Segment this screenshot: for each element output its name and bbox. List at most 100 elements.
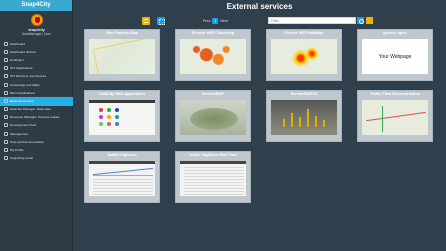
sidebar-item-my-profile[interactable]: My Profile	[0, 146, 73, 154]
sidebar-menu: Dashboard Dashboard Wizard Notificator I…	[0, 40, 73, 163]
card-title: ServiceMAP3D	[290, 92, 318, 96]
thumbnail-dot	[107, 122, 111, 126]
thumbnail-building	[323, 120, 325, 127]
database-icon	[4, 107, 8, 112]
sidebar-item-label: IOT Applications	[10, 66, 33, 71]
card-title: Firenze WiFi HeatMap	[284, 31, 324, 35]
sidebar-item-dashboard-wizard[interactable]: Dashboard Wizard	[0, 48, 73, 56]
sidebar-item-data-set-manager[interactable]: Data Set Manager: Data Gate	[0, 106, 73, 114]
iot-icon	[4, 66, 8, 71]
pager-prev[interactable]: Prev	[203, 19, 210, 23]
thumbnail-chart	[93, 168, 153, 176]
brand-logo[interactable]: Snap4City	[0, 0, 72, 11]
wizard-icon	[4, 49, 8, 54]
device-icon	[4, 74, 8, 79]
card-title: Traffic Flow Reconstruction	[370, 92, 420, 96]
app-root: Snap4City snap4city AreaManager | User D…	[0, 0, 446, 251]
user-role: AreaManager | User	[22, 32, 51, 36]
sidebar-item-external-services[interactable]: External services	[0, 97, 73, 106]
sidebar-item-development-tools[interactable]: Development Tools	[0, 122, 73, 130]
pager-next[interactable]: Next	[220, 19, 227, 23]
card-thumbnail	[179, 99, 247, 136]
service-card-servicemap3d[interactable]: ServiceMAP3D	[266, 90, 342, 142]
card-title: KM4City Web Application	[99, 92, 145, 96]
card-title: ServiceMAP	[202, 92, 224, 96]
sidebar-item-label: Help and Documentation	[10, 139, 45, 144]
sidebar-item-management[interactable]: Management	[0, 130, 73, 138]
thumbnail-bar	[89, 161, 155, 164]
thumbnail-building	[283, 119, 285, 127]
external-icon	[4, 98, 8, 103]
thumbnail-bar	[180, 161, 246, 164]
sidebar-item-label: My Profile	[10, 148, 24, 153]
map-icon	[4, 82, 8, 87]
sidebar-item-label: Management	[10, 131, 29, 136]
card-thumbnail	[88, 160, 156, 197]
sidebar-item-knowledge-maps[interactable]: Knowledge and Maps	[0, 81, 73, 89]
thumbnail-building	[315, 116, 317, 127]
sidebar-item-label: Development Tools	[10, 123, 37, 128]
sidebar-item-label: Data Set Manager: Data Gate	[10, 107, 51, 112]
thumbnail-dot	[99, 122, 103, 126]
user-icon	[4, 148, 8, 153]
search-icon[interactable]	[357, 17, 364, 24]
service-card-twitter-vigilance-rt[interactable]: Twitter Vigilance Real Time	[175, 151, 251, 203]
thumbnail-building	[307, 109, 309, 127]
sidebar-item-label: Micro Applications	[10, 90, 35, 95]
sidebar-item-portal[interactable]: Snap4City portal	[0, 155, 73, 163]
card-title: Firenze WiFi Clustering	[191, 31, 235, 35]
thumbnail-rows	[184, 167, 244, 195]
sidebar-item-label: Dashboard	[10, 41, 26, 46]
link-icon	[4, 156, 8, 161]
thumbnail-dot	[99, 115, 103, 119]
sidebar-item-micro-applications[interactable]: Micro Applications	[0, 89, 73, 97]
service-card-servicemap[interactable]: ServiceMAP	[175, 90, 251, 142]
apps-icon	[4, 90, 8, 95]
thumbnail-dot	[115, 115, 119, 119]
card-title: Twitter Vigilance	[107, 153, 137, 157]
service-card-km4city[interactable]: KM4City Web Application	[84, 90, 160, 142]
grid-view-icon[interactable]	[157, 17, 165, 25]
sidebar-item-dashboard[interactable]: Dashboard	[0, 40, 73, 48]
card-thumbnail	[270, 38, 338, 75]
sidebar-item-label: Snap4City portal	[10, 156, 33, 161]
card-thumbnail	[179, 160, 247, 197]
sidebar-item-label: Knowledge and Maps	[10, 82, 40, 87]
card-thumbnail	[361, 99, 429, 136]
thumbnail-dot	[107, 108, 111, 112]
avatar	[31, 14, 43, 26]
service-card-wifi-heatmap[interactable]: Firenze WiFi HeatMap	[266, 29, 342, 81]
sidebar-item-label: Notificator	[10, 57, 24, 62]
card-title: generic open	[383, 31, 407, 35]
filter-icon[interactable]	[366, 17, 373, 24]
sidebar-item-label: External services	[10, 98, 34, 103]
upload-icon	[4, 115, 8, 120]
search-input[interactable]: Filter	[268, 17, 356, 24]
card-thumbnail	[88, 38, 156, 75]
card-thumbnail	[179, 38, 247, 75]
thumbnail-dot	[107, 115, 111, 119]
card-thumbnail	[270, 99, 338, 136]
toolbar: Prev 1 Next Filter	[73, 14, 446, 27]
sidebar: Snap4City snap4city AreaManager | User D…	[0, 0, 73, 251]
service-card-traffic-flow[interactable]: Traffic Flow Reconstruction	[357, 90, 433, 142]
service-card-twitter-vigilance[interactable]: Twitter Vigilance	[84, 151, 160, 203]
page-number[interactable]: 1	[212, 18, 219, 24]
pagination: Prev 1 Next	[203, 18, 228, 24]
sidebar-item-notificator[interactable]: Notificator	[0, 56, 73, 64]
thumbnail-dot	[115, 108, 119, 112]
thumbnail-text: Your Webpage	[378, 53, 412, 60]
sidebar-item-iot-applications[interactable]: IOT Applications	[0, 65, 73, 73]
sidebar-item-iot-directory[interactable]: IOT Directory and Devices	[0, 73, 73, 81]
service-card-wifi-clustering[interactable]: Firenze WiFi Clustering	[175, 29, 251, 81]
list-view-icon[interactable]	[142, 17, 150, 25]
sidebar-item-help[interactable]: Help and Documentation	[0, 138, 73, 146]
thumbnail-building	[299, 117, 301, 127]
sidebar-item-resource-manager[interactable]: Resource Manager: Process Loader	[0, 114, 73, 122]
thumbnail-rows	[93, 179, 153, 195]
service-card-bus-position-map[interactable]: Bus Position Map	[84, 29, 160, 81]
service-card-generic-open[interactable]: generic open Your Webpage	[357, 29, 433, 81]
help-icon	[4, 139, 8, 144]
card-title: Bus Position Map	[106, 31, 138, 35]
dashboard-icon	[4, 41, 8, 46]
